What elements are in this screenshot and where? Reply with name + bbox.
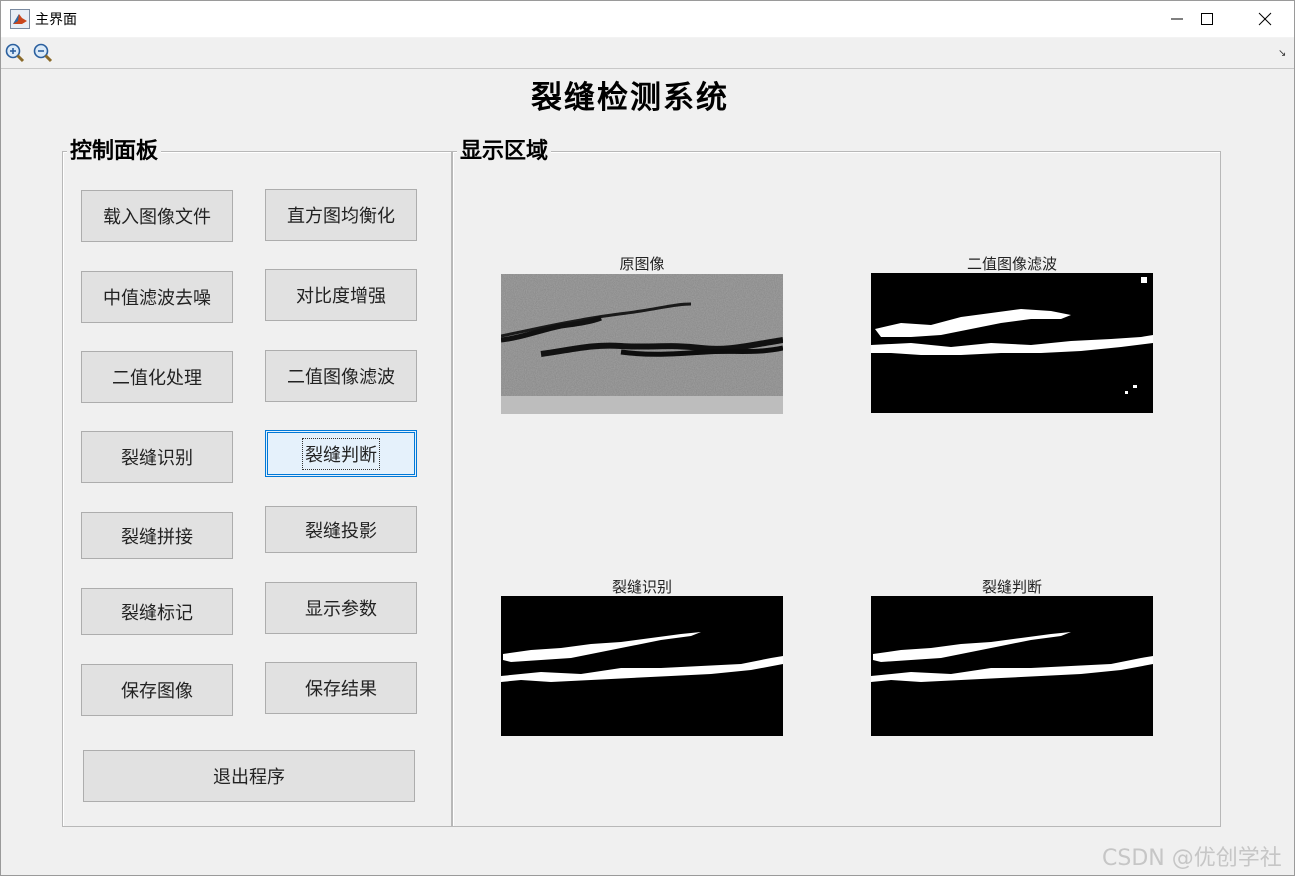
recognition-image [501, 596, 783, 736]
judgement-image [871, 596, 1153, 736]
zoom-in-button[interactable] [4, 42, 26, 64]
median-filter-button[interactable]: 中值滤波去噪 [81, 271, 233, 323]
zoom-out-button[interactable] [32, 42, 54, 64]
save-result-button[interactable]: 保存结果 [265, 662, 417, 714]
crack-project-button[interactable]: 裂缝投影 [265, 506, 417, 553]
binarize-button[interactable]: 二值化处理 [81, 351, 233, 403]
crack-mark-button[interactable]: 裂缝标记 [81, 588, 233, 635]
window-title: 主界面 [35, 12, 77, 28]
crack-judge-button[interactable]: 裂缝判断 [265, 430, 417, 477]
title-bar: 主界面 [0, 0, 1295, 38]
crack-stitch-button[interactable]: 裂缝拼接 [81, 512, 233, 559]
control-panel: 控制面板 载入图像文件 直方图均衡化 中值滤波去噪 对比度增强 二值化处理 二值… [62, 136, 452, 827]
control-panel-title: 控制面板 [67, 136, 162, 166]
crack-recognize-button[interactable]: 裂缝识别 [81, 431, 233, 483]
close-icon [1258, 12, 1272, 26]
zoom-in-icon [5, 43, 25, 63]
judgement-image-title: 裂缝判断 [981, 578, 1042, 596]
load-image-button[interactable]: 载入图像文件 [81, 190, 233, 242]
close-button[interactable] [1236, 0, 1294, 38]
zoom-out-icon [33, 43, 53, 63]
binary-filter-button[interactable]: 二值图像滤波 [265, 350, 417, 402]
maximize-button[interactable] [1178, 0, 1236, 38]
page-title: 裂缝检测系统 [531, 80, 729, 116]
show-params-button[interactable]: 显示参数 [265, 582, 417, 634]
original-image-title: 原图像 [619, 255, 665, 273]
binary-filter-image [871, 273, 1153, 413]
binary-filter-image-title: 二值图像滤波 [966, 255, 1057, 273]
display-panel-title: 显示区域 [457, 136, 552, 166]
figure-toolbar: ↘ [0, 38, 1295, 69]
matlab-icon [10, 9, 30, 29]
original-image [501, 274, 783, 414]
maximize-icon [1201, 13, 1213, 25]
toolbar-expand-icon[interactable]: ↘ [1278, 48, 1286, 59]
histogram-equalize-button[interactable]: 直方图均衡化 [265, 189, 417, 241]
recognition-image-title: 裂缝识别 [611, 578, 672, 596]
watermark: CSDN @优创学社 [1102, 846, 1282, 871]
contrast-enhance-button[interactable]: 对比度增强 [265, 269, 417, 321]
exit-button[interactable]: 退出程序 [83, 750, 415, 802]
save-image-button[interactable]: 保存图像 [81, 664, 233, 716]
